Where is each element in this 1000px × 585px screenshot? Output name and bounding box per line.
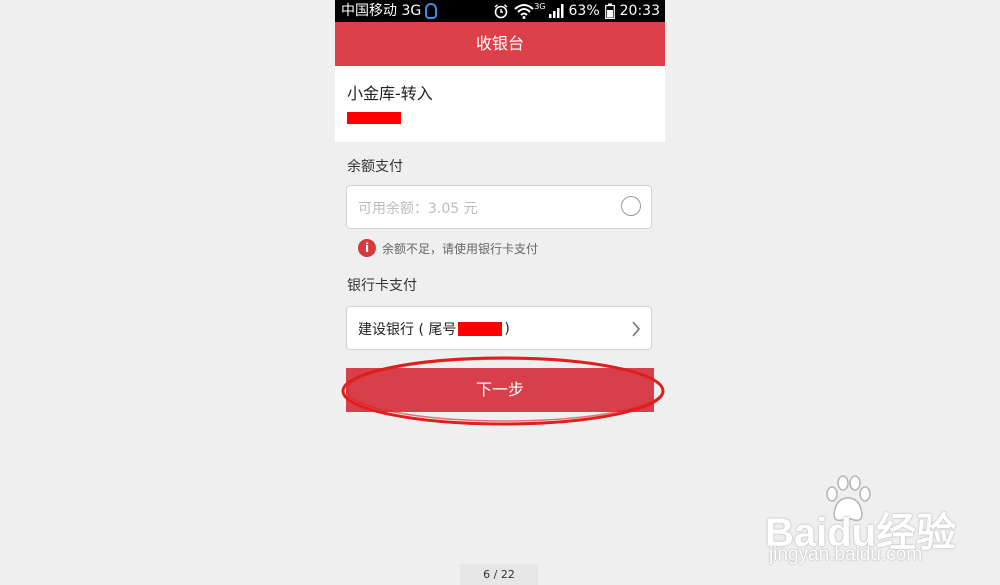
wifi-icon bbox=[514, 4, 534, 19]
card-number-redaction bbox=[458, 322, 503, 336]
phone-screen: 中国移动 3G 3G 63% 20:33 收银台 小金库-转入 余额支付 可用余… bbox=[335, 0, 665, 585]
battery-percent: 63% bbox=[568, 3, 600, 19]
redaction-bar bbox=[347, 112, 401, 124]
info-icon: i bbox=[358, 239, 376, 257]
available-balance: 可用余额：3.05 元 bbox=[358, 201, 478, 217]
page-indicator: 6 / 22 bbox=[460, 564, 538, 585]
balance-option[interactable]: 可用余额：3.05 元 bbox=[346, 185, 652, 229]
battery-icon bbox=[604, 3, 615, 19]
clock: 20:33 bbox=[619, 3, 660, 19]
next-step-button[interactable]: 下一步 bbox=[346, 368, 654, 412]
bank-section-label: 银行卡支付 bbox=[347, 278, 417, 294]
carrier-label: 中国移动 3G bbox=[341, 3, 422, 19]
insufficient-balance-warning: i 余额不足，请使用银行卡支付 bbox=[358, 239, 538, 257]
signal-icon bbox=[548, 4, 564, 18]
alarm-icon bbox=[494, 4, 508, 19]
bank-card-label: 建设银行 ( 尾号 ) bbox=[358, 319, 510, 339]
chevron-right-icon bbox=[632, 321, 641, 337]
bank-card-option[interactable]: 建设银行 ( 尾号 ) bbox=[346, 306, 652, 350]
product-card: 小金库-转入 bbox=[335, 66, 665, 142]
product-title: 小金库-转入 bbox=[347, 84, 433, 103]
page-title: 收银台 bbox=[475, 34, 524, 53]
balance-section-label: 余额支付 bbox=[347, 159, 403, 175]
bank-suffix: ) bbox=[504, 321, 510, 337]
watermark-url: jingyan.baidu.com bbox=[769, 544, 923, 565]
status-bar: 中国移动 3G 3G 63% 20:33 bbox=[335, 0, 665, 22]
network-tag: 3G bbox=[534, 2, 546, 11]
bank-name: 建设银行 ( 尾号 bbox=[358, 322, 457, 338]
qq-icon bbox=[425, 3, 438, 19]
baidu-watermark: Baidu经验 jingyan.baidu.com bbox=[765, 474, 985, 569]
balance-radio[interactable] bbox=[621, 196, 641, 216]
warning-text: 余额不足，请使用银行卡支付 bbox=[382, 241, 539, 256]
page-header: 收银台 bbox=[335, 22, 665, 66]
